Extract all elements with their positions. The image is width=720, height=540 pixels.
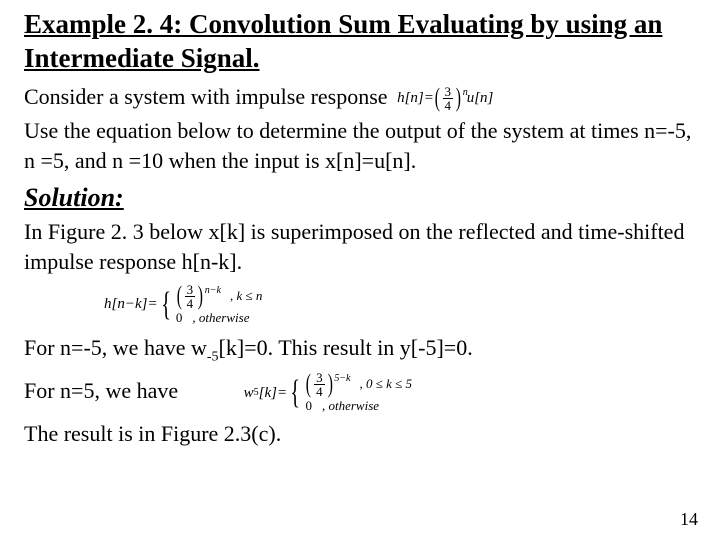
left-paren-icon: ( (306, 374, 311, 395)
eq2-zero: 0 (176, 310, 183, 327)
p4c: [k]=0. This result in y[-5]=0. (219, 335, 473, 360)
eq3-cond2: , otherwise (322, 398, 379, 415)
eq3-cases: ( 3 4 ) 5−k , 0 ≤ k ≤ 5 0 , otherwise (305, 371, 412, 415)
eq2-cond2: , otherwise (192, 310, 249, 327)
eq3-fraction: 3 4 (314, 371, 325, 398)
result-n5-line: For n=5, we have w5[k]= { ( 3 4 ) 5−k , … (24, 371, 696, 415)
eq1-fraction: 3 4 (443, 85, 454, 112)
eq2-cases: ( 3 4 ) n−k , k ≤ n 0 , otherwise (176, 283, 262, 327)
right-paren-icon: ) (327, 374, 332, 395)
eq3-lhs-a: w (244, 383, 254, 403)
eq3-cond1: , 0 ≤ k ≤ 5 (360, 376, 413, 393)
eq1-exp: n (463, 86, 468, 100)
eq2-cond1: , k ≤ n (230, 288, 262, 305)
intro-line-1: Consider a system with impulse response … (24, 82, 696, 112)
result-n-minus5: For n=-5, we have w-5[k]=0. This result … (24, 333, 696, 367)
eq1-lhs: h[n]= (397, 88, 434, 108)
intro-line-2: Use the equation below to determine the … (24, 116, 696, 175)
eq3-den: 4 (314, 385, 325, 398)
left-brace-icon: { (290, 381, 300, 405)
impulse-response-eq: h[n]= ( 3 4 ) n u[n] (393, 85, 497, 112)
right-paren-icon: ) (456, 88, 461, 109)
right-paren-icon: ) (198, 286, 203, 307)
piecewise-eq-2: w5[k]= { ( 3 4 ) 5−k , 0 ≤ k ≤ 5 0 , oth… (244, 371, 412, 415)
p6-text: The result is in Figure 2.3(c). (24, 421, 281, 446)
p4a: For n=-5, we have w (24, 335, 207, 360)
eq2-exp: n−k (205, 284, 221, 297)
solution-p1-text: In Figure 2. 3 below x[k] is superimpose… (24, 219, 684, 274)
intro-text-2: Use the equation below to determine the … (24, 118, 691, 173)
left-paren-icon: ( (177, 286, 182, 307)
eq2-lhs: h[n−k]= (104, 296, 158, 313)
example-title: Example 2. 4: Convolution Sum Evaluating… (24, 8, 696, 76)
eq1-den: 4 (443, 99, 454, 112)
page-number: 14 (680, 509, 698, 530)
p5a: For n=5, we have (24, 378, 178, 403)
left-paren-icon: ( (435, 88, 440, 109)
solution-heading: Solution: (24, 183, 696, 213)
p4b: -5 (207, 349, 219, 364)
intro-text: Consider a system with impulse response (24, 84, 388, 109)
eq1-num: 3 (443, 85, 454, 99)
eq2-fraction: 3 4 (185, 283, 196, 310)
piecewise-eq-1: h[n−k]= { ( 3 4 ) n−k , k ≤ n 0 , otherw… (104, 283, 696, 327)
eq3-num: 3 (314, 371, 325, 385)
eq2-num: 3 (185, 283, 196, 297)
left-brace-icon: { (161, 293, 171, 317)
eq3-lhs-b: [k]= (259, 383, 287, 403)
eq3-zero: 0 (305, 398, 312, 415)
result-figure-ref: The result is in Figure 2.3(c). (24, 419, 696, 449)
eq1-tail: u[n] (467, 88, 494, 108)
eq3-exp: 5−k (334, 372, 350, 385)
eq2-den: 4 (185, 297, 196, 310)
solution-p1: In Figure 2. 3 below x[k] is superimpose… (24, 217, 696, 276)
